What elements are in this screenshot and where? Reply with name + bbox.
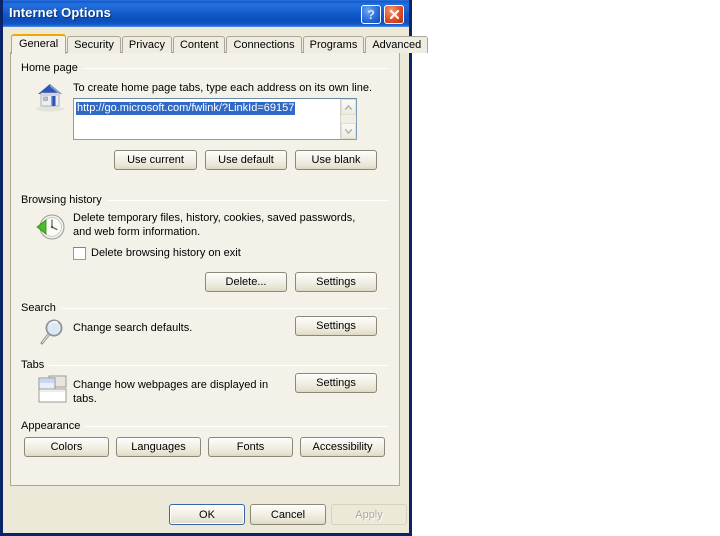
home-page-address-textarea[interactable]: http://go.microsoft.com/fwlink/?LinkId=6… (73, 98, 357, 140)
dialog-footer: OK Cancel Apply (3, 492, 409, 532)
cancel-button[interactable]: Cancel (250, 504, 326, 525)
group-divider (106, 199, 389, 201)
general-tab-page: Home page To create home page tabs, type… (10, 52, 400, 486)
ok-button[interactable]: OK (169, 504, 245, 525)
checkbox-label: Delete browsing history on exit (91, 247, 241, 259)
tab-general[interactable]: General (11, 34, 67, 54)
scroll-up-button[interactable] (341, 99, 356, 115)
browsing-history-description: Delete temporary files, history, cookies… (73, 212, 356, 238)
search-group: Search (21, 301, 389, 315)
delete-history-on-exit-checkbox[interactable]: Delete browsing history on exit (73, 247, 241, 260)
tab-label: Security (74, 39, 114, 51)
browsing-history-group: Browsing history (21, 193, 389, 207)
window-title: Internet Options (9, 5, 111, 20)
group-divider (60, 307, 389, 309)
title-bar[interactable]: Internet Options ? (3, 0, 409, 27)
tab-label: Content (179, 39, 219, 51)
search-group-label: Search (21, 302, 56, 314)
use-blank-button[interactable]: Use blank (295, 150, 377, 170)
tab-programs[interactable]: Programs (302, 36, 365, 53)
house-icon (33, 80, 67, 117)
home-page-scrollbar[interactable] (340, 99, 356, 139)
use-current-button[interactable]: Use current (114, 150, 197, 170)
appearance-group-label: Appearance (21, 420, 81, 432)
tab-label: General (19, 38, 59, 50)
tab-label: Privacy (128, 39, 165, 51)
group-divider (82, 67, 389, 69)
tabs-group: Tabs (21, 358, 389, 372)
close-button[interactable] (384, 5, 404, 24)
tab-label: Connections (233, 39, 295, 51)
accessibility-button[interactable]: Accessibility (300, 437, 385, 457)
tabs-description: Change how webpages are displayed in tab… (73, 379, 269, 405)
search-description: Change search defaults. (73, 322, 193, 334)
help-icon: ? (367, 7, 375, 22)
home-page-address-value: http://go.microsoft.com/fwlink/?LinkId=6… (76, 102, 296, 115)
use-default-button[interactable]: Use default (205, 150, 287, 170)
help-button[interactable]: ? (361, 5, 381, 24)
home-page-group: Home page (21, 61, 389, 75)
group-divider (85, 425, 389, 427)
chevron-down-icon (345, 128, 352, 134)
tab-security[interactable]: Security (67, 36, 121, 53)
close-icon (389, 9, 399, 20)
tab-privacy[interactable]: Privacy (121, 36, 172, 53)
tab-content[interactable]: Content (172, 36, 226, 53)
tab-strip[interactable]: General Security Privacy Content Connect… (11, 34, 429, 54)
tabs-group-label: Tabs (21, 359, 45, 371)
fonts-button[interactable]: Fonts (208, 437, 293, 457)
home-page-group-label: Home page (21, 62, 78, 74)
tabs-settings-button[interactable]: Settings (295, 373, 377, 393)
tab-advanced[interactable]: Advanced (365, 36, 429, 53)
group-divider (49, 364, 389, 366)
tab-label: Programs (309, 39, 358, 51)
languages-button[interactable]: Languages (116, 437, 201, 457)
internet-options-dialog: Internet Options ? General Security Priv… (0, 0, 429, 536)
tab-label: Advanced (372, 39, 422, 51)
browsing-history-settings-button[interactable]: Settings (295, 272, 377, 292)
search-settings-button[interactable]: Settings (295, 316, 377, 336)
clock-refresh-icon (35, 211, 67, 248)
browsing-history-group-label: Browsing history (21, 194, 102, 206)
scroll-down-button[interactable] (341, 123, 356, 139)
appearance-group: Appearance (21, 419, 389, 433)
home-page-description: To create home page tabs, type each addr… (73, 82, 373, 94)
tab-connections[interactable]: Connections (226, 36, 302, 53)
magnifier-icon (38, 317, 68, 352)
tabbed-window-icon (37, 375, 69, 410)
checkbox-box[interactable] (73, 247, 86, 260)
colors-button[interactable]: Colors (24, 437, 109, 457)
delete-history-button[interactable]: Delete... (205, 272, 287, 292)
apply-button: Apply (331, 504, 407, 525)
chevron-up-icon (345, 104, 352, 110)
